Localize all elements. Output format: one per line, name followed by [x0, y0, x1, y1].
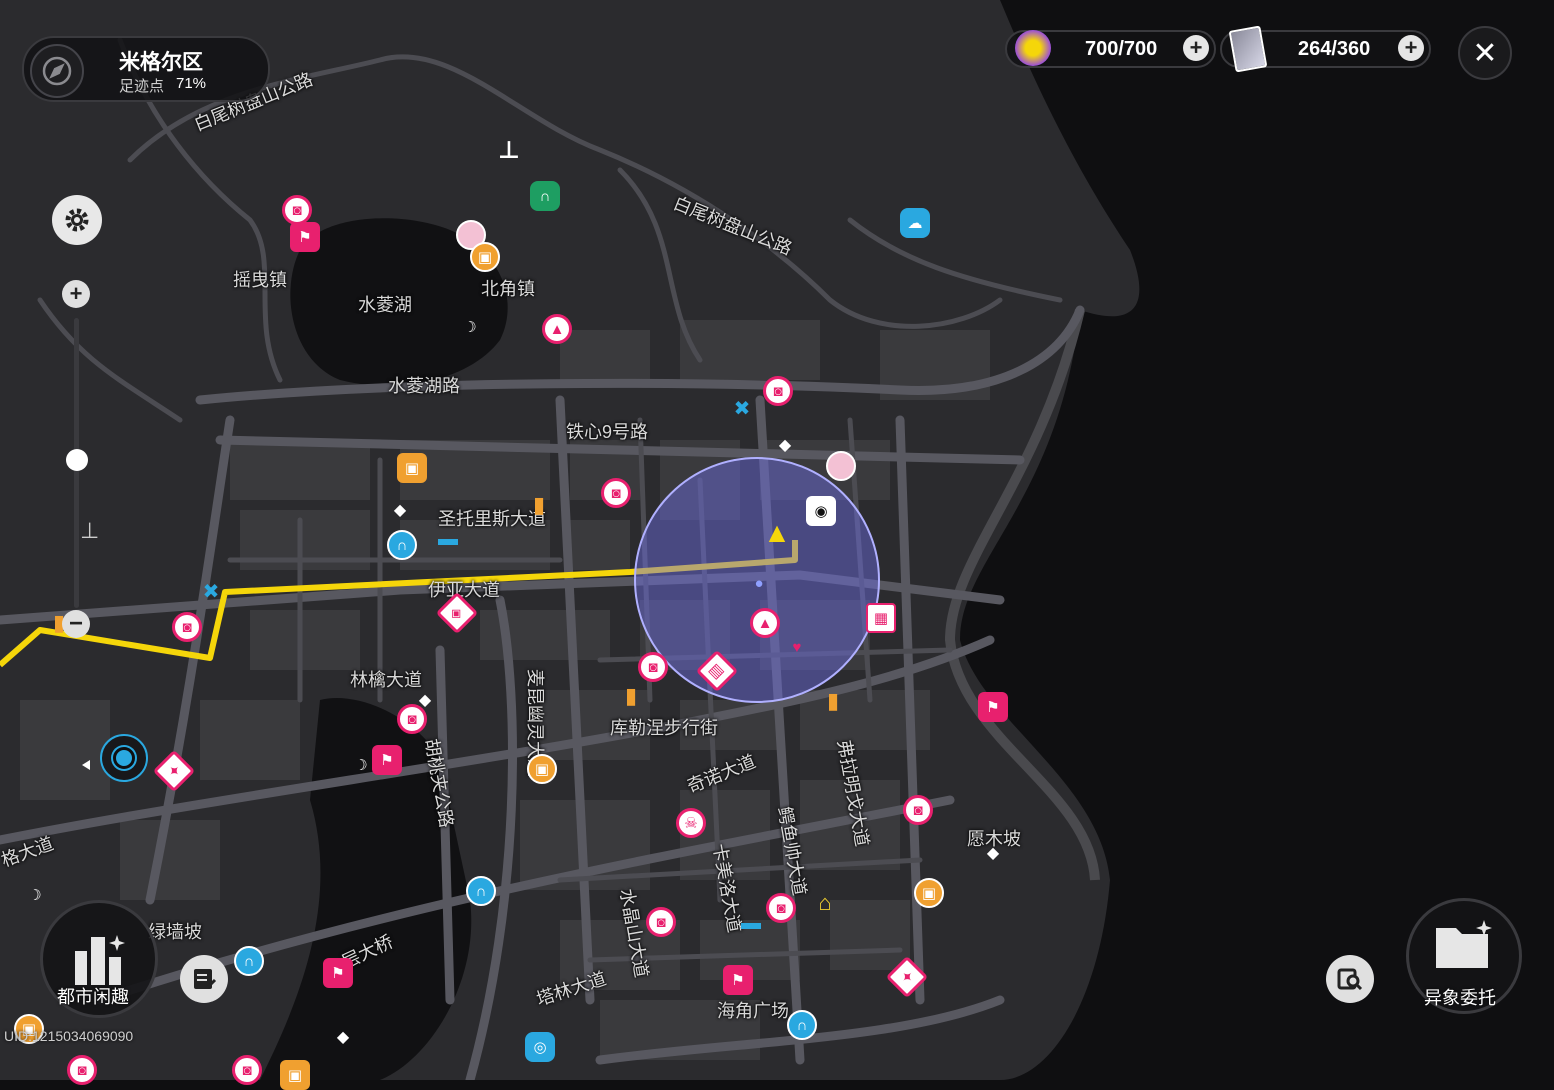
search-map-button[interactable]	[1326, 955, 1374, 1003]
cat-icon[interactable]: ◆	[385, 495, 415, 525]
portal-icon[interactable]: ∩	[787, 1010, 817, 1040]
shop-poi-icon[interactable]: ◙	[638, 652, 668, 682]
zoom-slider-handle[interactable]	[66, 449, 88, 471]
shop-poi-icon[interactable]: ◙	[172, 612, 202, 642]
portal-icon[interactable]: ∩	[387, 530, 417, 560]
search-icon	[1337, 968, 1363, 991]
crate-icon[interactable]: ▣	[527, 754, 557, 784]
portal-icon[interactable]: ∩	[466, 876, 496, 906]
building-icon[interactable]: ▮	[524, 490, 554, 520]
building-icon[interactable]: ▮	[818, 686, 848, 716]
place-label: 海角广场	[717, 1001, 789, 1021]
footprint-label: 足迹点	[119, 78, 165, 95]
city-buildings-icon	[75, 935, 125, 985]
repair-icon[interactable]: ✖	[196, 576, 226, 606]
tower-icon[interactable]: ▲	[750, 608, 780, 638]
battery-energy-icon	[1015, 30, 1051, 66]
close-button[interactable]: ✕	[1458, 26, 1512, 80]
add-energy-button[interactable]: +	[1183, 35, 1209, 61]
building-icon[interactable]: ▮	[616, 681, 646, 711]
shop-poi-icon[interactable]: ◙	[232, 1055, 262, 1085]
region-name: 米格尔区	[119, 51, 203, 74]
road-label: 铁心9号路	[566, 422, 649, 442]
ticket-counter: 264/360 +	[1220, 25, 1431, 73]
shop-poi-icon[interactable]: ◙	[282, 195, 312, 225]
bank-icon[interactable]: ⌂	[810, 888, 840, 918]
film-ticket-icon	[1228, 25, 1268, 73]
pin-icon[interactable]: ⊥	[80, 518, 102, 548]
gear-icon	[65, 208, 89, 232]
checkered-flag-icon[interactable]: ⚑	[323, 958, 353, 988]
lake-label: 水菱湖	[358, 295, 412, 315]
crate-icon[interactable]: ▣	[470, 242, 500, 272]
crate-icon[interactable]: ▣	[397, 453, 427, 483]
town-label: 北角镇	[481, 279, 535, 299]
checkered-flag-icon[interactable]: ⚑	[372, 745, 402, 775]
checkered-flag-icon[interactable]: ⚑	[290, 222, 320, 252]
street-label: 库勒涅步行街	[610, 718, 718, 738]
settings-button[interactable]	[52, 195, 102, 245]
camera-icon[interactable]: ◉	[806, 496, 836, 526]
repair-icon[interactable]: ✖	[727, 393, 757, 423]
car-icon[interactable]: ▬	[433, 524, 463, 554]
city-fun-label: 都市闲趣	[57, 987, 129, 1007]
folder-icon	[1436, 920, 1492, 968]
ticket-value: 264/360	[1298, 38, 1371, 60]
checkered-flag-icon[interactable]: ⚑	[978, 692, 1008, 722]
close-icon: ✕	[1472, 36, 1498, 70]
shop-poi-icon[interactable]: ◙	[903, 795, 933, 825]
direction-arrow-icon	[82, 760, 90, 770]
crate-icon[interactable]: ▣	[280, 1060, 310, 1090]
town-label: 摇曳镇	[233, 270, 287, 290]
zoom-in-button[interactable]: +	[62, 280, 90, 308]
npc-icon[interactable]: ☽	[346, 750, 376, 780]
portal-icon[interactable]: ∩	[234, 946, 264, 976]
notes-button[interactable]	[180, 955, 228, 1003]
footprint-progress: 71%	[176, 75, 207, 92]
drone-icon[interactable]: ●	[744, 568, 774, 598]
locate-player-button[interactable]	[100, 734, 148, 782]
region-info-panel[interactable]: 米格尔区 足迹点 71%	[22, 36, 270, 102]
energy-counter: 700/700 +	[1005, 30, 1216, 68]
heart-icon[interactable]: ♥	[782, 632, 812, 662]
place-label: 绿墙坡	[148, 922, 202, 942]
pin-icon[interactable]: ⊥	[494, 135, 524, 165]
street-label: 林檎大道	[350, 670, 422, 690]
shop-poi-icon[interactable]: ◙	[646, 907, 676, 937]
player-marker-icon: ▲	[763, 517, 791, 548]
notes-icon	[194, 969, 217, 990]
anomaly-commission-label: 异象委托	[1424, 988, 1496, 1008]
cat-icon[interactable]: ◆	[770, 430, 800, 460]
tower-icon[interactable]: ▲	[542, 314, 572, 344]
compass-icon	[30, 44, 84, 98]
checkered-flag-icon[interactable]: ⚑	[723, 965, 753, 995]
npc-icon[interactable]: ☽	[20, 880, 50, 910]
energy-value: 700/700	[1085, 38, 1158, 60]
zoom-out-button[interactable]: −	[62, 610, 90, 638]
shop-poi-icon[interactable]: ◙	[601, 478, 631, 508]
poster-icon[interactable]: ▦	[866, 603, 896, 633]
agent-avatar-icon[interactable]	[826, 451, 856, 481]
shop-poi-icon[interactable]: ◙	[67, 1055, 97, 1085]
door-icon[interactable]: ∩	[530, 181, 560, 211]
shop-poi-icon[interactable]: ◙	[766, 893, 796, 923]
cat-icon[interactable]: ◆	[978, 838, 1008, 868]
cyan-hex-icon[interactable]: ☁	[900, 208, 930, 238]
car-icon[interactable]: ▬	[736, 908, 766, 938]
cat-icon[interactable]: ◆	[328, 1022, 358, 1052]
skull-icon[interactable]: ☠	[676, 808, 706, 838]
add-ticket-button[interactable]: +	[1398, 35, 1424, 61]
npc-icon[interactable]: ☽	[455, 312, 485, 342]
uid-text: UID:1215034069090	[4, 1028, 134, 1044]
cyan-hex-icon[interactable]: ◎	[525, 1032, 555, 1062]
shop-poi-icon[interactable]: ◙	[763, 376, 793, 406]
cat-icon[interactable]: ◆	[410, 685, 440, 715]
road-label: 水菱湖路	[388, 376, 460, 396]
target-icon	[113, 747, 135, 769]
crate-icon[interactable]: ▣	[914, 878, 944, 908]
